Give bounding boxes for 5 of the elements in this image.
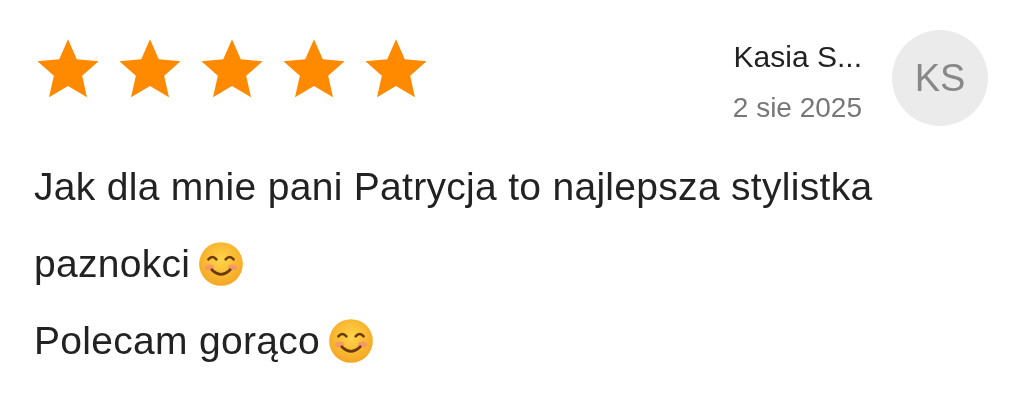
review-date: 2 sie 2025	[732, 92, 862, 124]
review-text: Jak dla mnie pani Patrycja to najlepsza stylistka paznokci	[34, 165, 873, 285]
review-text: Polecam gorąco	[34, 319, 321, 362]
author-name: Kasia S...	[733, 40, 862, 74]
avatar: KS	[892, 30, 988, 126]
